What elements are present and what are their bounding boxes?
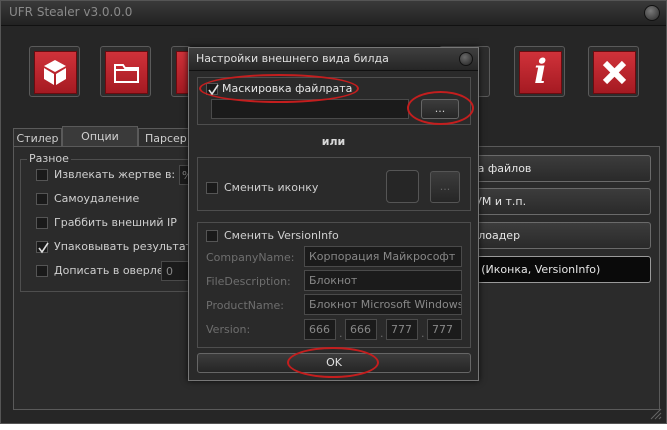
folder-icon [114,64,139,83]
downloader-button[interactable]: нлоадер [456,222,651,249]
version-label: Version: [206,323,251,336]
overlay-label: Дописать в оверлей [54,264,171,277]
title-bar: UFR Stealer v3.0.0.0 [1,1,666,26]
tab-stealer[interactable]: Стилер [13,128,62,147]
version-build-input[interactable]: 777 [386,319,418,340]
version-separator: . [380,327,384,340]
annotation-ellipse [199,74,359,103]
company-name-input[interactable]: Корпорация Майкрософт [304,246,462,267]
annotation-ellipse [287,347,379,378]
overlay-checkbox[interactable] [36,265,48,277]
file-description-input[interactable]: Блокнот [304,270,462,291]
icon-preview [386,170,419,203]
mask-path-input[interactable] [211,99,409,119]
misc-group-title: Разное [27,152,71,165]
pack-result-label: Упаковывать результат U [54,240,188,253]
close-button[interactable] [588,46,639,97]
dialog-orb-icon[interactable] [459,52,473,66]
appearance-button[interactable]: а (Иконка, VersionInfo) [456,256,651,283]
change-icon-checkbox[interactable] [206,182,218,194]
version-major-input[interactable]: 666 [304,319,336,340]
change-icon-label: Сменить иконку [224,181,319,194]
tab-build-options[interactable]: Опции билда [62,126,138,162]
checkmark-icon [38,242,49,254]
self-delete-label: Самоудаление [54,192,140,205]
company-name-label: CompanyName: [206,251,295,264]
extract-label: Извлекать жертве в: [54,168,176,181]
icon-browse-button[interactable]: ... [430,171,460,203]
product-name-label: ProductName: [206,299,284,312]
change-versioninfo-checkbox[interactable] [206,230,218,242]
annotation-ellipse [407,91,474,125]
version-minor-input[interactable]: 666 [345,319,377,340]
grab-ip-label: Граббить внешний IP [54,216,177,229]
self-delete-checkbox[interactable] [36,193,48,205]
overlay-input[interactable]: 0 [161,261,189,281]
tab-parser[interactable]: Парсер с [138,128,190,147]
close-icon [602,60,627,85]
files-button[interactable]: ка файлов [456,155,651,182]
anti-vm-button[interactable]: -VM и т.п. [456,188,651,215]
product-name-input[interactable]: Блокнот Microsoft Windows [304,294,462,315]
dialog-title: Настройки внешнего вида билда [196,52,389,65]
dialog-title-bar: Настройки внешнего вида билда [189,48,478,71]
extract-checkbox[interactable] [36,169,48,181]
info-button[interactable]: i [514,46,565,97]
cube-button[interactable] [29,46,80,97]
resize-grip-icon[interactable] [648,406,662,420]
pack-result-checkbox[interactable] [36,241,49,254]
cube-icon [44,60,66,85]
version-separator: . [339,327,343,340]
folder-button[interactable] [100,46,151,97]
grab-ip-checkbox[interactable] [36,217,48,229]
file-description-label: FileDescription: [206,275,291,288]
change-versioninfo-label: Сменить VersionInfo [224,229,339,242]
window-orb-icon[interactable] [644,5,660,21]
window-title: UFR Stealer v3.0.0.0 [9,5,133,19]
version-separator: . [421,327,425,340]
or-label: или [321,135,346,148]
info-icon: i [534,52,547,92]
version-revision-input[interactable]: 777 [427,319,462,340]
